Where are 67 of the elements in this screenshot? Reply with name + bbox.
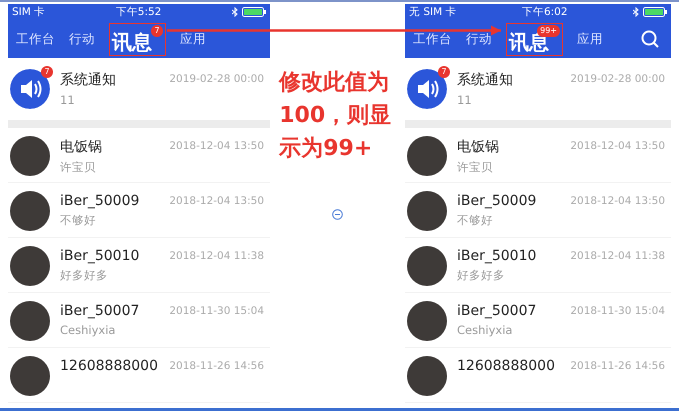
contact-name[interactable]: iBer_50007	[457, 303, 570, 319]
carrier-text: 无 SIM 卡	[409, 5, 456, 19]
message-preview: 不够好	[457, 213, 494, 228]
contact-name[interactable]: 12608888000	[457, 358, 570, 374]
battery-icon	[643, 7, 667, 17]
message-time: 2018-11-30 15:04	[570, 304, 665, 317]
contact-name[interactable]: iBer_50010	[457, 248, 570, 264]
battery-icon	[242, 7, 266, 17]
message-preview: 许宝贝	[457, 160, 494, 175]
message-preview: 11	[457, 93, 473, 107]
nav-tab[interactable]: 行动	[69, 32, 95, 46]
message-time: 2018-12-04 13:50	[169, 194, 264, 207]
count-badge: 7	[438, 66, 450, 78]
message-preview: 许宝贝	[60, 160, 97, 175]
avatar-placeholder	[10, 301, 50, 341]
contact-name[interactable]: 系统通知	[60, 71, 170, 89]
message-preview: 不够好	[60, 213, 97, 228]
contact-name[interactable]: iBer_50010	[60, 248, 170, 264]
avatar-placeholder	[407, 246, 447, 286]
message-preview: Ceshiyxia	[457, 323, 514, 337]
active-tab[interactable]: 讯息	[112, 30, 152, 52]
contact-name[interactable]: iBer_50009	[457, 193, 570, 209]
status-time: 下午6:02	[522, 5, 568, 19]
annotation-text: 修改此值为100，则显示为99+	[279, 69, 392, 163]
message-preview: 11	[60, 93, 76, 107]
bluetooth-icon	[633, 7, 639, 17]
speaker-icon	[407, 69, 447, 109]
carrier-text: SIM 卡	[12, 5, 46, 19]
message-time: 2018-12-04 11:38	[570, 249, 665, 262]
avatar-placeholder	[10, 356, 50, 396]
contact-name[interactable]: 系统通知	[457, 71, 570, 89]
bluetooth-icon	[232, 7, 238, 17]
message-time: 2019-02-28 00:00	[570, 72, 665, 85]
message-time: 2018-11-30 15:04	[169, 304, 264, 317]
message-time: 2018-11-26 14:56	[570, 359, 665, 372]
avatar-placeholder	[407, 136, 447, 176]
nav-tab[interactable]: 行动	[466, 32, 492, 46]
minus-circle-icon[interactable]	[332, 209, 343, 220]
count-badge: 7	[41, 66, 53, 78]
message-preview: 好多好多	[60, 268, 109, 283]
nav-tab[interactable]: 应用	[180, 32, 206, 46]
message-time: 2018-12-04 11:38	[169, 249, 264, 262]
contact-name[interactable]: 12608888000	[60, 358, 170, 374]
avatar-placeholder	[407, 191, 447, 231]
message-time: 2018-11-26 14:56	[169, 359, 264, 372]
message-time: 2019-02-28 00:00	[169, 72, 264, 85]
message-time: 2018-12-04 13:50	[169, 139, 264, 152]
nav-tab[interactable]: 工作台	[16, 32, 55, 46]
contact-name[interactable]: 电饭锅	[457, 138, 570, 156]
status-time: 下午5:52	[116, 5, 162, 19]
search-icon[interactable]	[641, 30, 659, 48]
avatar-placeholder	[10, 191, 50, 231]
message-preview: Ceshiyxia	[60, 323, 116, 337]
avatar-placeholder	[407, 356, 447, 396]
nav-tab[interactable]: 工作台	[413, 32, 452, 46]
contact-name[interactable]: 电饭锅	[60, 138, 170, 156]
message-time: 2018-12-04 13:50	[570, 194, 665, 207]
avatar-placeholder	[10, 136, 50, 176]
contact-name[interactable]: iBer_50009	[60, 193, 170, 209]
avatar-placeholder	[10, 246, 50, 286]
count-badge: 7	[151, 24, 163, 36]
nav-tab[interactable]: 应用	[577, 32, 603, 46]
message-time: 2018-12-04 13:50	[570, 139, 665, 152]
contact-name[interactable]: iBer_50007	[60, 303, 170, 319]
message-preview: 好多好多	[457, 268, 506, 283]
avatar-placeholder	[407, 301, 447, 341]
speaker-icon	[10, 69, 50, 109]
